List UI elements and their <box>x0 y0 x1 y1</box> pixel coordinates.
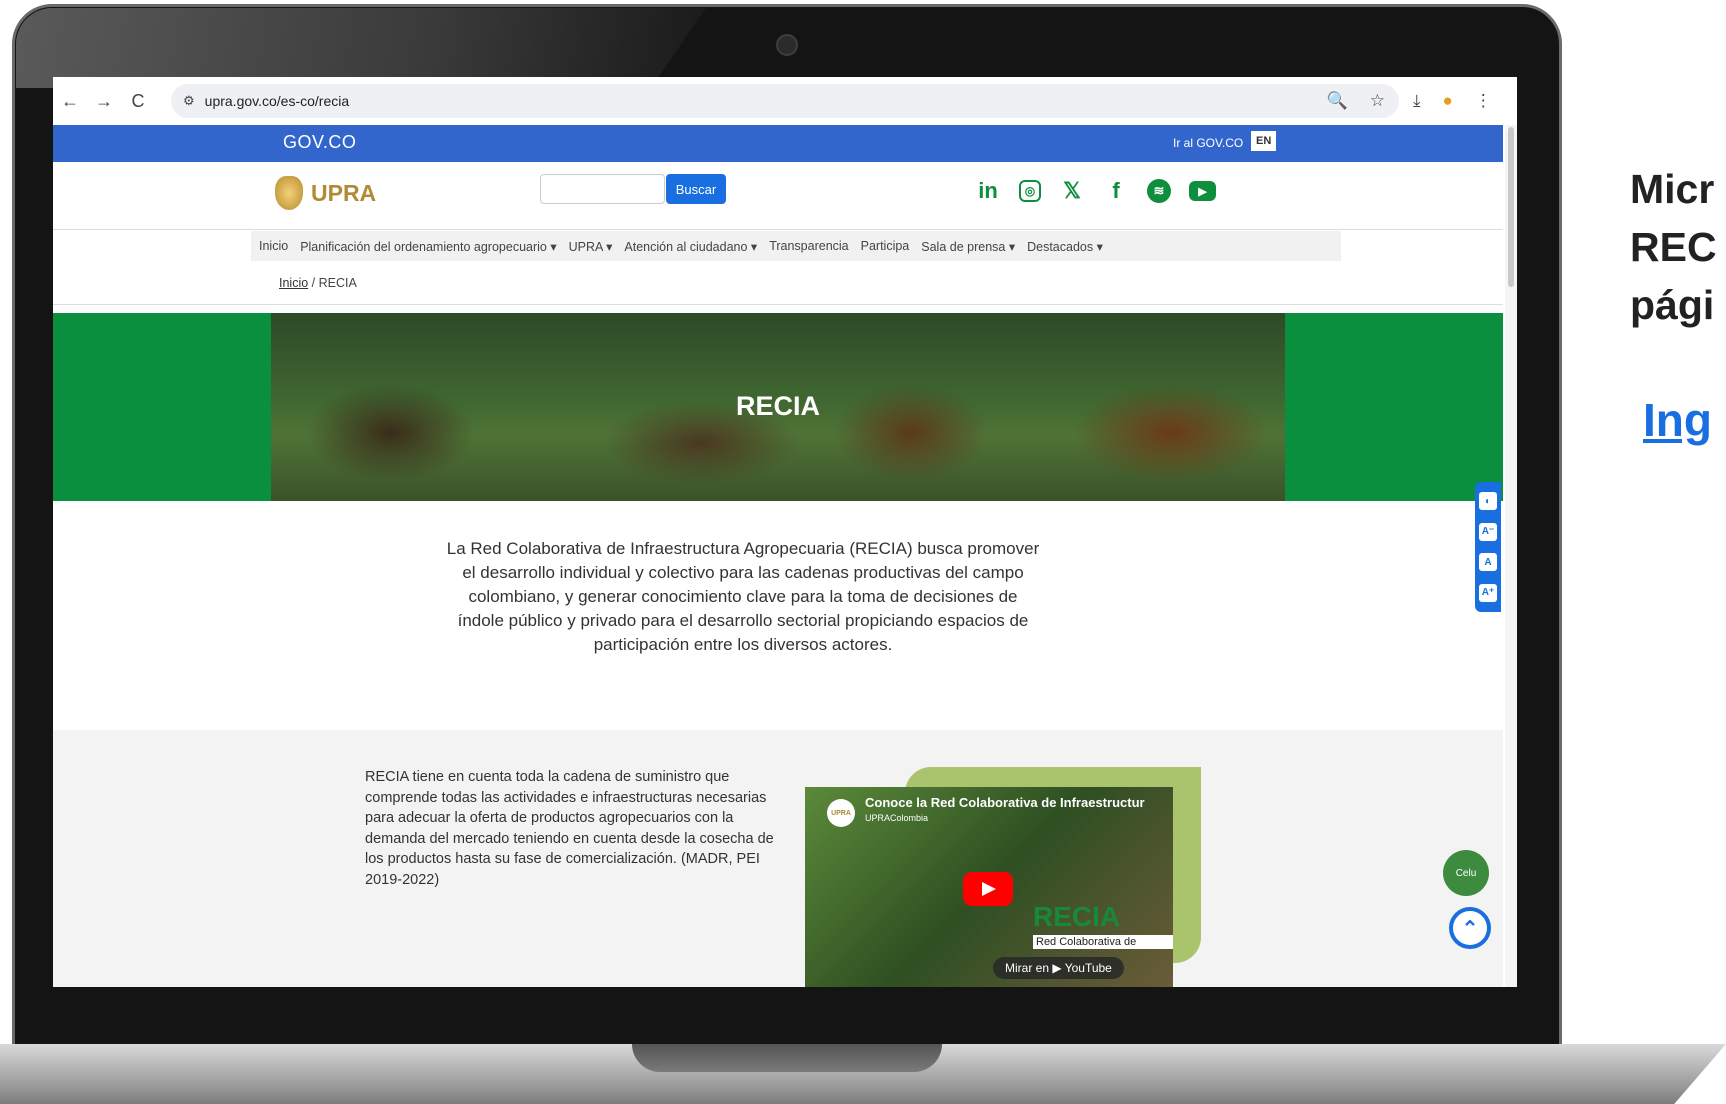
x-icon[interactable]: 𝕏 <box>1059 178 1085 204</box>
accessibility-toolbar: ◐ A⁻ A A⁺ <box>1475 482 1501 612</box>
menu-item-upra[interactable]: UPRA ▾ <box>569 239 613 254</box>
bezel-glare <box>16 8 706 88</box>
contrast-icon[interactable]: ◐ <box>1479 492 1497 511</box>
increase-font-icon[interactable]: A⁺ <box>1479 583 1497 602</box>
social-links: in ◎ 𝕏 f ≋ ▶ <box>975 178 1216 204</box>
side-caption: Micr REC pági <box>1630 160 1717 334</box>
play-button[interactable] <box>963 872 1013 906</box>
search-input[interactable] <box>540 174 665 204</box>
bookmark-star-icon[interactable]: ☆ <box>1370 91 1385 111</box>
scrollbar-thumb[interactable] <box>1508 127 1514 287</box>
breadcrumb: Inicio / RECIA <box>279 276 357 290</box>
spotify-icon[interactable]: ≋ <box>1147 179 1171 203</box>
back-icon[interactable]: ← <box>53 91 87 112</box>
channel-avatar: UPRA <box>827 799 855 827</box>
browser-toolbar: ← → C ⚙ upra.gov.co/es-co/recia 🔍 ☆ ⤓ ● … <box>53 77 1517 125</box>
hero-banner: RECIA <box>53 313 1503 501</box>
decrease-font-icon[interactable]: A⁻ <box>1479 522 1497 541</box>
page: ← → C ⚙ upra.gov.co/es-co/recia 🔍 ☆ ⤓ ● … <box>0 0 1726 1104</box>
scrollbar[interactable] <box>1505 125 1517 987</box>
upra-logo-text: UPRA <box>311 179 377 206</box>
tractors-image: RECIA <box>271 313 1285 501</box>
govco-bar: GOV.CO Ir al GOV.CO EN <box>53 125 1503 162</box>
youtube-icon[interactable]: ▶ <box>1189 181 1216 201</box>
crest-icon <box>275 176 303 210</box>
browser-menu-icon[interactable]: ⋮ <box>1475 91 1492 111</box>
profile-icon[interactable]: ● <box>1443 91 1453 111</box>
menu-item-planificacion[interactable]: Planificación del ordenamiento agropecua… <box>300 239 556 254</box>
address-bar[interactable]: ⚙ upra.gov.co/es-co/recia 🔍 ☆ <box>171 84 1399 118</box>
caption-line-1: Micr <box>1630 166 1715 212</box>
forward-icon[interactable]: → <box>87 91 121 112</box>
main-menu: Inicio Planificación del ordenamiento ag… <box>251 231 1341 261</box>
laptop-notch <box>632 1044 942 1072</box>
menu-item-participa[interactable]: Participa <box>861 239 910 253</box>
site-settings-icon[interactable]: ⚙ <box>183 93 195 109</box>
intro-paragraph: La Red Colaborativa de Infraestructura A… <box>446 539 1040 654</box>
linkedin-icon[interactable]: in <box>975 178 1001 204</box>
zoom-icon[interactable]: 🔍 <box>1327 91 1348 111</box>
menu-item-transparencia[interactable]: Transparencia <box>769 239 848 253</box>
back-to-top-button[interactable]: ⌃ <box>1449 907 1491 949</box>
caption-line-2: REC <box>1630 224 1717 270</box>
upra-logo[interactable]: UPRA <box>275 176 376 210</box>
watch-on-youtube-button[interactable]: Mirar en ▶ YouTube <box>993 957 1124 979</box>
laptop-screen: ← → C ⚙ upra.gov.co/es-co/recia 🔍 ☆ ⤓ ● … <box>53 77 1517 987</box>
divider <box>53 304 1503 305</box>
breadcrumb-home-link[interactable]: Inicio <box>279 276 308 290</box>
menu-item-atencion[interactable]: Atención al ciudadano ▾ <box>624 239 757 254</box>
facebook-icon[interactable]: f <box>1103 178 1129 204</box>
recia-video-logo: RECIA <box>1033 901 1121 932</box>
instagram-icon[interactable]: ◎ <box>1019 180 1041 202</box>
celu-button[interactable]: Celu <box>1443 850 1489 896</box>
breadcrumb-separator: / <box>311 276 316 290</box>
normal-font-icon[interactable]: A <box>1479 553 1497 572</box>
menu-item-inicio[interactable]: Inicio <box>259 239 288 253</box>
url-text: upra.gov.co/es-co/recia <box>204 93 350 109</box>
info-section <box>53 730 1503 987</box>
govco-link[interactable]: Ir al GOV.CO <box>1173 136 1243 150</box>
download-icon[interactable]: ⤓ <box>1413 91 1421 111</box>
section-paragraph: RECIA tiene en cuenta toda la cadena de … <box>365 769 774 888</box>
camera-icon <box>776 34 798 56</box>
menu-item-sala-de-prensa[interactable]: Sala de prensa ▾ <box>921 239 1015 254</box>
menu-item-destacados[interactable]: Destacados ▾ <box>1027 239 1103 254</box>
site-header: UPRA Buscar in ◎ 𝕏 f ≋ ▶ <box>53 162 1503 230</box>
govco-logo[interactable]: GOV.CO <box>283 132 356 153</box>
ingresa-link[interactable]: Ing <box>1643 393 1712 447</box>
video-title[interactable]: Conoce la Red Colaborativa de Infraestru… <box>865 795 1145 810</box>
hero-title: RECIA <box>735 391 820 421</box>
language-en-button[interactable]: EN <box>1251 131 1277 151</box>
video-channel: UPRAColombia <box>865 813 929 823</box>
caption-line-3: pági <box>1630 282 1715 328</box>
reload-icon[interactable]: C <box>121 91 155 112</box>
breadcrumb-current: RECIA <box>318 276 357 290</box>
recia-video-subtitle: Red Colaborativa de <box>1033 935 1173 949</box>
search-button[interactable]: Buscar <box>666 174 726 204</box>
youtube-video[interactable]: UPRA Conoce la Red Colaborativa de Infra… <box>805 787 1173 987</box>
